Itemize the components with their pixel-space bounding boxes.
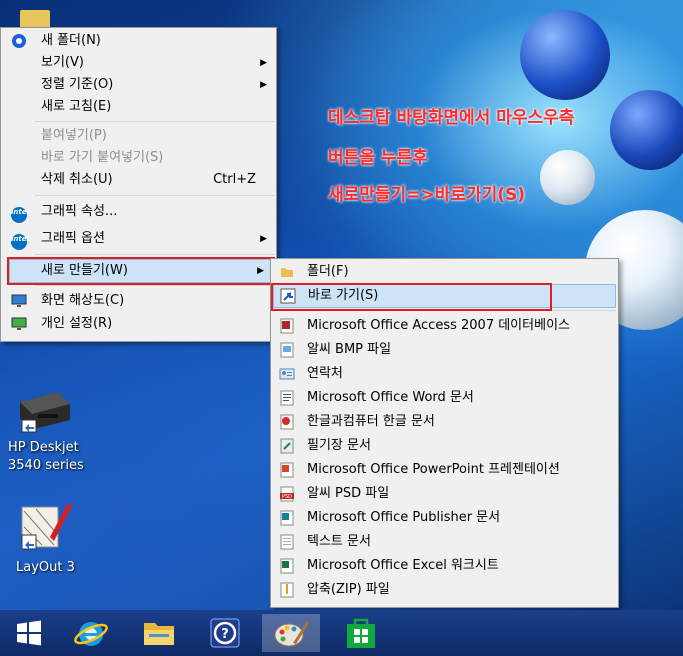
psd-icon: PSD	[280, 486, 294, 502]
internet-explorer-icon	[74, 622, 108, 646]
submenu-arrow-icon: ▶	[260, 58, 267, 68]
start-button[interactable]	[4, 614, 54, 652]
printer-icon	[20, 392, 70, 433]
display-icon	[11, 294, 27, 307]
menu-item-personalize[interactable]: 개인 설정(R)	[1, 313, 276, 335]
submenu-item-text[interactable]: 텍스트 문서	[271, 530, 618, 554]
menu-item-paste[interactable]: 붙여넣기(P)	[1, 125, 276, 147]
highlight-box-shortcut	[271, 283, 552, 311]
text-icon	[280, 534, 294, 550]
submenu-item-zip[interactable]: 압축(ZIP) 파일	[271, 578, 618, 602]
desktop-icon-layout[interactable]: LayOut 3	[14, 497, 104, 577]
psd-badge-text: PSD	[282, 494, 292, 500]
hwp-icon	[280, 414, 294, 430]
journal-icon	[280, 438, 294, 454]
decorative-sphere	[610, 90, 683, 170]
personalize-icon	[11, 317, 27, 330]
shortcut-label: Ctrl+Z	[213, 172, 256, 187]
store-app-button[interactable]	[336, 614, 386, 652]
submenu-item-powerpoint[interactable]: Microsoft Office PowerPoint 프레젠테이션	[271, 458, 618, 482]
intel-icon: intel	[11, 207, 29, 223]
submenu-arrow-icon: ▶	[260, 80, 267, 90]
submenu-item-folder[interactable]: 폴더(F)	[271, 260, 618, 284]
powerpoint-icon	[280, 462, 294, 478]
printer-label-line2: 3540 series	[8, 458, 84, 473]
menu-separator	[35, 285, 274, 286]
access-icon	[280, 318, 294, 334]
bmp-icon	[280, 342, 294, 358]
svg-text:?: ?	[221, 627, 229, 642]
zip-icon	[280, 582, 294, 598]
windows-logo-icon	[17, 620, 41, 646]
submenu-arrow-icon: ▶	[260, 234, 267, 244]
help-question-icon: ?	[210, 618, 240, 648]
folder-icon	[281, 268, 293, 277]
publisher-icon	[280, 510, 294, 526]
menu-item-sort-by[interactable]: 정렬 기준(O) ▶	[1, 74, 276, 96]
highlight-box-new	[7, 257, 275, 285]
desktop-context-menu: 새 폴더(N) 보기(V) ▶ 정렬 기준(O) ▶ 새로 고침(E) 붙여넣기…	[0, 27, 277, 342]
annotation-line-2: 버튼을 누른후	[328, 148, 428, 168]
decorative-sphere	[540, 150, 595, 205]
store-bag-icon	[347, 618, 375, 648]
submenu-item-contact[interactable]: 연락처	[271, 362, 618, 386]
submenu-item-bmp[interactable]: 알씨 BMP 파일	[271, 338, 618, 362]
taskbar: ?	[0, 610, 683, 656]
menu-item-screen-resolution[interactable]: 화면 해상도(C)	[1, 290, 276, 312]
submenu-item-word[interactable]: Microsoft Office Word 문서	[271, 386, 618, 410]
menu-item-new-folder[interactable]: 새 폴더(N)	[1, 30, 276, 52]
file-explorer-button[interactable]	[134, 614, 184, 652]
intel-icon: intel	[11, 234, 29, 250]
annotation-line-3: 새로만들기=>바로가기(S)	[328, 185, 526, 205]
menu-separator	[35, 254, 274, 255]
menu-item-view[interactable]: 보기(V) ▶	[1, 52, 276, 74]
menu-item-undo-delete[interactable]: 삭제 취소(U) Ctrl+Z	[1, 169, 276, 191]
decorative-sphere	[520, 10, 610, 100]
menu-item-paste-shortcut[interactable]: 바로 가기 붙여넣기(S)	[1, 147, 276, 169]
layout-app-icon	[21, 503, 72, 550]
submenu-item-journal[interactable]: 필기장 문서	[271, 434, 618, 458]
file-explorer-icon	[144, 623, 174, 645]
excel-icon	[280, 558, 294, 574]
internet-explorer-button[interactable]	[66, 614, 116, 652]
contact-icon	[279, 368, 295, 380]
help-app-button[interactable]: ?	[200, 614, 250, 652]
annotation-line-1: 데스크탑 바탕화면에서 마우스우측	[328, 108, 575, 128]
submenu-item-hwp[interactable]: 한글과컴퓨터 한글 문서	[271, 410, 618, 434]
menu-separator	[35, 195, 274, 196]
menu-item-refresh[interactable]: 새로 고침(E)	[1, 96, 276, 118]
paint-app-button[interactable]	[262, 614, 320, 652]
desktop-icon-printer[interactable]: HP Deskjet 3540 series	[8, 388, 108, 475]
submenu-item-access[interactable]: Microsoft Office Access 2007 데이터베이스	[271, 314, 618, 338]
new-folder-icon	[12, 34, 26, 48]
paint-palette-icon	[274, 621, 309, 647]
submenu-item-publisher[interactable]: Microsoft Office Publisher 문서	[271, 506, 618, 530]
menu-item-graphics-options[interactable]: intel 그래픽 옵션 ▶	[1, 228, 276, 250]
submenu-item-excel[interactable]: Microsoft Office Excel 워크시트	[271, 554, 618, 578]
menu-item-graphics-properties[interactable]: intel 그래픽 속성...	[1, 201, 276, 223]
printer-label-line1: HP Deskjet	[8, 440, 79, 455]
word-icon	[280, 390, 294, 406]
submenu-item-psd[interactable]: PSD 알씨 PSD 파일	[271, 482, 618, 506]
layout-label: LayOut 3	[16, 560, 75, 575]
menu-separator	[35, 121, 274, 122]
